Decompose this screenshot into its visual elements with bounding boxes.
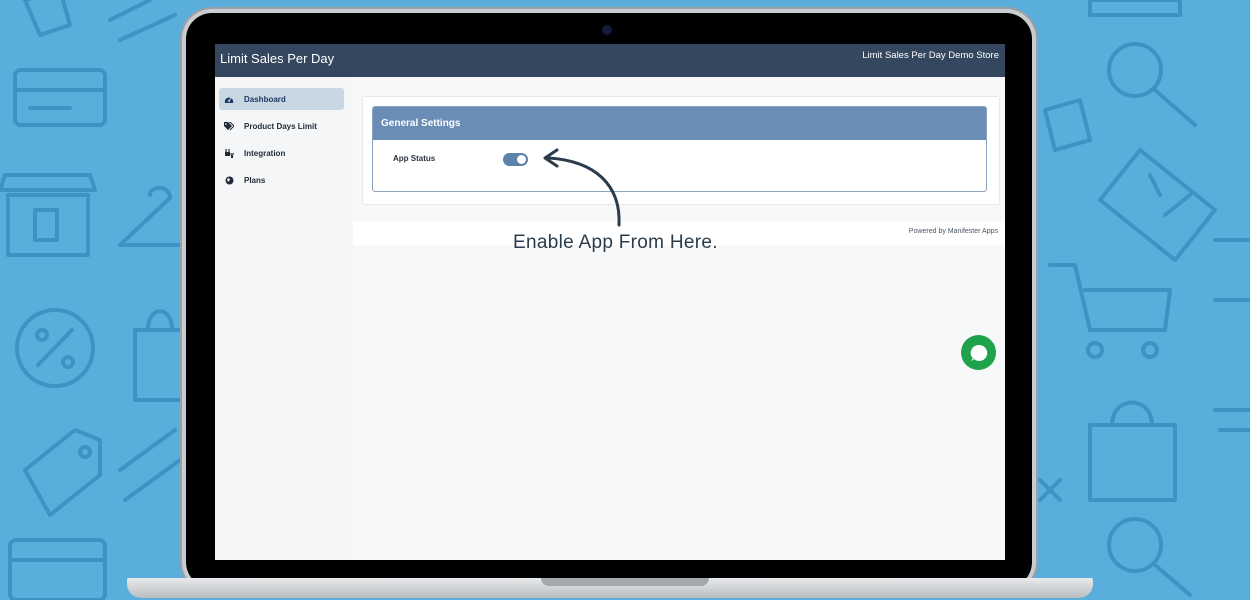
sidebar-item-label: Integration [244,148,286,158]
tags-icon [224,121,234,131]
sidebar-item-integration[interactable]: Integration [219,142,344,164]
sidebar-item-label: Dashboard [244,94,286,104]
laptop-notch [541,578,709,586]
sidebar-item-plans[interactable]: Plans [219,169,344,191]
store-name[interactable]: Limit Sales Per Day Demo Store [862,50,999,61]
sidebar-item-dashboard[interactable]: Dashboard [219,88,344,110]
general-settings-panel: General Settings App Status [372,106,987,192]
dashboard-gauge-icon [224,94,234,104]
app-screen: Limit Sales Per Day Limit Sales Per Day … [215,44,1005,560]
plug-icon [224,148,234,158]
webcam-icon [602,25,612,35]
app-header: Limit Sales Per Day Limit Sales Per Day … [215,44,1005,77]
annotation-text: Enable App From Here. [513,232,718,253]
sidebar-item-label: Plans [244,175,266,185]
app-title: Limit Sales Per Day [220,51,335,66]
sidebar-item-label: Product Days Limit [244,121,317,131]
sidebar-item-product-days-limit[interactable]: Product Days Limit [219,115,344,137]
annotation-arrow-icon [543,148,621,227]
chat-button[interactable] [961,335,996,370]
toggle-knob [517,155,526,164]
app-status-toggle[interactable] [503,153,528,166]
powered-by-prefix: Powered by [908,228,946,235]
panel-title: General Settings [373,107,986,140]
powered-by-link[interactable]: Manifester Apps [948,228,998,235]
globe-icon [224,175,234,185]
chat-icon [970,344,987,361]
app-status-label: App Status [393,154,436,163]
powered-by-text: Powered by Manifester Apps [909,228,998,235]
sidebar: Dashboard Product Days Limit Integration… [215,77,351,560]
